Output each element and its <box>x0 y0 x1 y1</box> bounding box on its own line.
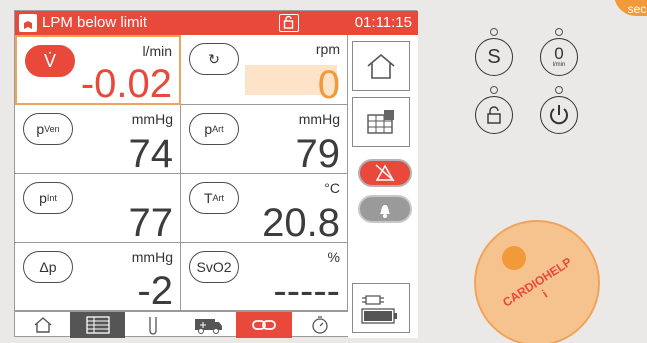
alarm-mute-icon <box>375 164 395 182</box>
list-tab[interactable] <box>70 312 125 338</box>
transport-tab[interactable] <box>180 312 236 338</box>
zero-led <box>555 28 563 36</box>
power-button[interactable] <box>540 96 578 134</box>
dp-button[interactable]: Δp <box>23 251 73 283</box>
flow-unit: l/min <box>142 43 172 59</box>
power-led <box>555 86 563 94</box>
part-button[interactable]: p Art <box>189 113 239 145</box>
home-icon <box>34 317 51 333</box>
tart-button-sub: Art <box>212 193 225 203</box>
lungs-icon <box>19 14 37 32</box>
power-icon <box>550 105 568 125</box>
svo2-cell[interactable]: SvO2 % ----- <box>181 243 348 313</box>
device-screen: LPM below limit 01:11:15 V̇ l/min -0.02 … <box>14 10 418 338</box>
bottom-bar <box>15 311 348 338</box>
control-knob[interactable]: CARDIOHELP i <box>474 220 600 343</box>
sample-tab[interactable] <box>125 312 180 338</box>
flow-value: -0.02 <box>80 62 172 106</box>
link-tab[interactable] <box>236 312 292 338</box>
pint-cell[interactable]: p Int 77 <box>15 174 181 245</box>
timer-tab[interactable] <box>292 312 348 338</box>
dp-cell[interactable]: Δp mmHg -2 <box>15 243 181 313</box>
layout-button[interactable] <box>352 97 410 147</box>
rotate-icon[interactable]: ↻ <box>189 43 239 75</box>
part-cell[interactable]: p Art mmHg 79 <box>181 105 348 176</box>
pint-button[interactable]: p Int <box>23 182 73 214</box>
pven-button-label: p <box>36 121 45 137</box>
home-button[interactable] <box>352 41 410 91</box>
pven-button[interactable]: p Ven <box>23 113 73 145</box>
speed-unit: rpm <box>315 41 340 57</box>
alarm-mute-button[interactable] <box>358 159 412 187</box>
flow-cell[interactable]: V̇ l/min -0.02 <box>15 35 181 106</box>
s-button[interactable]: S <box>475 38 513 76</box>
speed-value: 0 <box>317 63 340 107</box>
alarm-bar[interactable]: LPM below limit 01:11:15 <box>15 11 418 35</box>
zero-label: 0 <box>554 44 564 63</box>
zero-flow-button[interactable]: 0 l/min <box>540 38 578 76</box>
pven-unit: mmHg <box>131 111 173 127</box>
svo2-unit: % <box>327 249 340 265</box>
link-icon <box>252 320 276 330</box>
s-led <box>490 28 498 36</box>
speed-cell[interactable]: ↻ rpm 0 <box>181 35 348 107</box>
lock-led <box>490 86 498 94</box>
ambulance-icon <box>195 319 222 334</box>
dp-unit: mmHg <box>131 249 173 265</box>
pint-button-sub: Int <box>46 193 57 203</box>
knob-indicator <box>502 246 526 270</box>
pint-button-label: p <box>39 190 47 206</box>
tart-button-label: T <box>203 190 213 206</box>
battery-plug-icon <box>361 295 397 324</box>
power-status-button[interactable] <box>352 283 410 333</box>
side-panel <box>348 35 418 338</box>
tart-cell[interactable]: T Art °C 20.8 <box>181 174 348 245</box>
tart-unit: °C <box>324 180 340 196</box>
alarm-text: LPM below limit <box>42 14 148 31</box>
unlock-icon <box>487 106 501 124</box>
part-button-sub: Art <box>212 124 224 134</box>
bell-icon <box>380 205 390 218</box>
home-tab[interactable] <box>15 312 70 338</box>
part-unit: mmHg <box>298 111 340 127</box>
dp-value: -2 <box>137 269 173 313</box>
s-button-label: S <box>487 45 501 68</box>
bell-button[interactable] <box>358 195 412 223</box>
home-icon <box>367 53 395 79</box>
layout-grid-icon <box>367 110 394 134</box>
unlock-button[interactable] <box>475 96 513 134</box>
clock: 01:11:15 <box>354 14 412 31</box>
list-icon <box>85 316 110 334</box>
tart-value: 20.8 <box>262 201 340 245</box>
svo2-button[interactable]: SvO2 <box>189 251 239 283</box>
test-tube-icon <box>148 317 157 335</box>
part-value: 79 <box>295 132 341 176</box>
pven-cell[interactable]: p Ven mmHg 74 <box>15 105 181 176</box>
pint-value: 77 <box>128 201 174 245</box>
zero-sub: l/min <box>552 62 566 68</box>
tart-button[interactable]: T Art <box>189 182 239 214</box>
lock-icon[interactable] <box>279 14 299 32</box>
orange-status-badge: sec <box>614 0 647 16</box>
part-button-label: p <box>204 121 213 137</box>
pven-value: 74 <box>128 132 174 176</box>
svo2-value: ----- <box>273 269 340 313</box>
timer-icon <box>312 316 328 334</box>
pven-button-sub: Ven <box>44 124 60 134</box>
flow-button[interactable]: V̇ <box>25 45 75 77</box>
